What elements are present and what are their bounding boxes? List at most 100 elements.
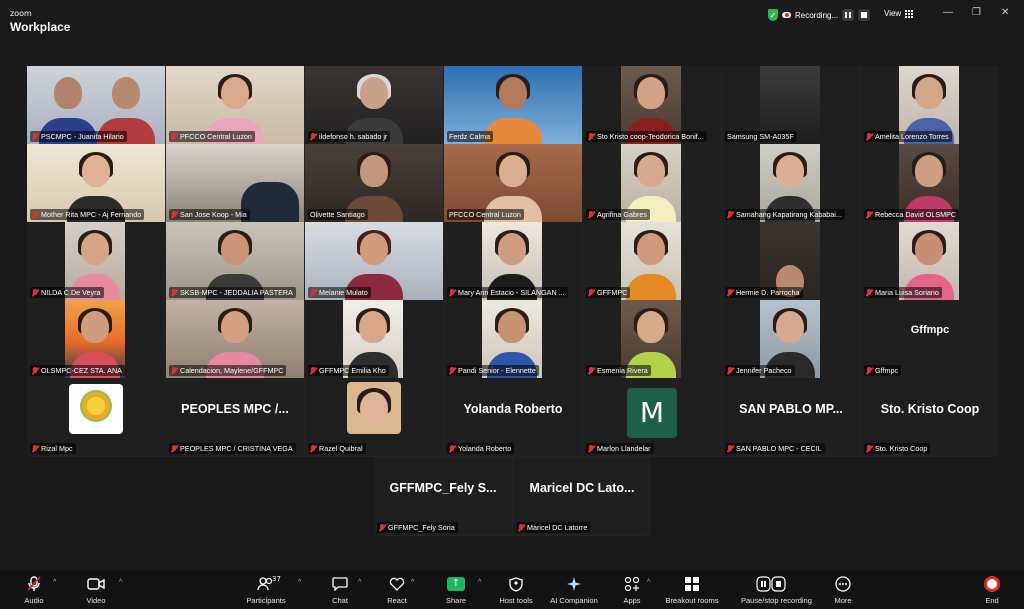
maximize-button[interactable]: ❐ (972, 7, 981, 18)
stop-recording-button[interactable] (858, 9, 871, 21)
close-button[interactable]: ✕ (1001, 7, 1009, 18)
more-button[interactable]: More (813, 575, 873, 605)
person-head (81, 232, 109, 265)
participant-tile[interactable]: PEOPLES MPC /... PEOPLES MPC / CRISTINA … (166, 378, 304, 456)
participant-tile[interactable]: Melanie Mulato (305, 222, 443, 300)
person-head (360, 232, 388, 265)
chat-options-caret-icon[interactable]: ^ (358, 579, 361, 586)
share-label: Share (445, 596, 466, 605)
participant-tile[interactable]: Samsung SM-A035F (722, 66, 860, 144)
pause-stop-recording-icon (741, 575, 801, 593)
video-button[interactable]: Video (66, 575, 126, 605)
participant-name-label: Sto. Kristo Coop (864, 443, 931, 454)
person-head (54, 76, 83, 109)
participant-tile[interactable]: Maricel DC Lato... Maricel DC Latorre (513, 457, 651, 535)
host-tools-button[interactable]: Host tools (486, 575, 546, 605)
participant-tile[interactable]: SAN PABLO MP... SAN PABLO MPC - CECIL (722, 378, 860, 456)
participant-tile[interactable]: Razel Quibral (305, 378, 443, 456)
participant-tile[interactable]: Hermie D. Parrocha (722, 222, 860, 300)
participants-label: Participants (246, 596, 286, 605)
mic-muted-icon (449, 444, 455, 453)
participant-tile[interactable]: M Marlon Llandelar (583, 378, 721, 456)
participant-tile[interactable]: Samahang Kapatirang Kababai... (722, 144, 860, 222)
encryption-shield-icon[interactable]: ✓ (768, 9, 778, 21)
participant-tile[interactable]: Maria Luisa Soriano (861, 222, 999, 300)
participant-name-label: GFFMPC Emilia Kho (308, 365, 389, 376)
sun-emblem-icon (80, 390, 112, 422)
participant-tile[interactable]: Yolanda Roberto Yolanda Roberto (444, 378, 582, 456)
react-options-caret-icon[interactable]: ^ (411, 579, 414, 586)
recording-label: Recording... (795, 10, 839, 20)
participant-tile[interactable]: Sto Kristo coop-Teodorica Bonif... (583, 66, 721, 144)
participant-tile[interactable]: SKSB-MPC - JEDDALIA PASTERA (166, 222, 304, 300)
person-head (915, 154, 943, 187)
end-meeting-button[interactable]: End (962, 575, 1022, 605)
participant-tile[interactable]: Olivette Santiago (305, 144, 443, 222)
person-head (82, 154, 110, 187)
participant-tile[interactable]: Rizal Mpc (27, 378, 165, 456)
more-icon (813, 575, 873, 593)
participant-name-label: Sto Kristo coop-Teodorica Bonif... (586, 131, 707, 142)
initial-avatar: M (627, 388, 677, 438)
participant-tile[interactable]: PSCMPC - Juanita Hilario (27, 66, 165, 144)
audio-options-caret-icon[interactable]: ^ (53, 579, 56, 586)
person-head (81, 310, 109, 343)
participant-display-name: Maricel DC Lato... (529, 481, 635, 495)
active-speaker-tile[interactable]: PFCCO Central Luzon (444, 144, 582, 222)
participant-tile[interactable]: ildefonso h. sabado jr (305, 66, 443, 144)
mic-muted-icon (588, 444, 594, 453)
participant-tile[interactable]: Mary Ann Estacio - SILANGAN ... (444, 222, 582, 300)
minimize-button[interactable]: — (943, 7, 953, 18)
participant-tile[interactable]: Mother Rita MPC - Aj Fernando (27, 144, 165, 222)
apps-label: Apps (623, 596, 641, 605)
participant-tile[interactable]: Agrifina Gabres (583, 144, 721, 222)
mic-muted-icon (588, 132, 594, 141)
mic-muted-icon (32, 444, 38, 453)
apps-options-caret-icon[interactable]: ^ (647, 579, 650, 586)
participant-tile[interactable]: GFFMPC Emilia Kho (305, 300, 443, 378)
mic-muted-icon (32, 288, 38, 297)
person-head (499, 154, 527, 187)
mic-muted-icon (866, 288, 872, 297)
participant-tile[interactable]: Pandi Senior - Elennette (444, 300, 582, 378)
participant-tile[interactable]: San Jose Koop - Mia (166, 144, 304, 222)
participant-tile[interactable]: Rebecca David OLSMPC (861, 144, 999, 222)
mic-muted-icon (588, 366, 594, 375)
camera-icon (66, 575, 126, 593)
participant-tile[interactable]: Ferdz Calma (444, 66, 582, 144)
mic-muted-icon (866, 210, 872, 219)
mic-muted-icon (727, 210, 733, 219)
participant-tile[interactable]: GFFMPC (583, 222, 721, 300)
participants-icon: 37 (236, 575, 296, 593)
participant-tile[interactable]: Amelita Lorenzo Torres (861, 66, 999, 144)
participant-name-label: NILDA C.De Veyra (30, 287, 104, 298)
share-button[interactable]: ↑ Share (426, 575, 486, 605)
participant-tile[interactable]: Sto. Kristo Coop Sto. Kristo Coop (861, 378, 999, 456)
participant-tile[interactable]: Jennifer Pacheco (722, 300, 860, 378)
pause-recording-button[interactable] (842, 9, 855, 21)
pause-stop-recording-button[interactable]: Pause/stop recording (741, 575, 812, 605)
participant-name-label: Melanie Mulato (308, 287, 371, 298)
react-button[interactable]: React (367, 575, 427, 605)
participant-tile[interactable]: OLSMPC-CEZ STA. ANA (27, 300, 165, 378)
participant-tile[interactable]: Esmenia Rivera (583, 300, 721, 378)
video-options-caret-icon[interactable]: ^ (119, 579, 122, 586)
share-options-caret-icon[interactable]: ^ (478, 579, 481, 586)
apps-button[interactable]: Apps (602, 575, 662, 605)
mic-muted-icon (518, 523, 524, 532)
mic-muted-icon (449, 288, 455, 297)
participant-tile[interactable]: GFFMPC_Fely S... GFFMPC_Fely Soria (374, 457, 512, 535)
ai-companion-button[interactable]: AI Companion (544, 575, 604, 605)
person-head (498, 232, 526, 265)
breakout-rooms-button[interactable]: Breakout rooms (662, 575, 722, 605)
person-head (221, 76, 249, 109)
participant-tile[interactable]: NILDA C.De Veyra (27, 222, 165, 300)
participant-tile[interactable]: PFCCO Central Luzon (166, 66, 304, 144)
participant-tile[interactable]: Gffmpc Gffmpc (861, 300, 999, 378)
participants-options-caret-icon[interactable]: ^ (298, 579, 301, 586)
participant-tile[interactable]: Calendacion, Maylene/GFFMPC (166, 300, 304, 378)
participants-button[interactable]: 37 Participants (236, 575, 296, 605)
person-head (360, 76, 388, 109)
person-head (776, 154, 804, 187)
view-button[interactable]: View (884, 9, 914, 18)
